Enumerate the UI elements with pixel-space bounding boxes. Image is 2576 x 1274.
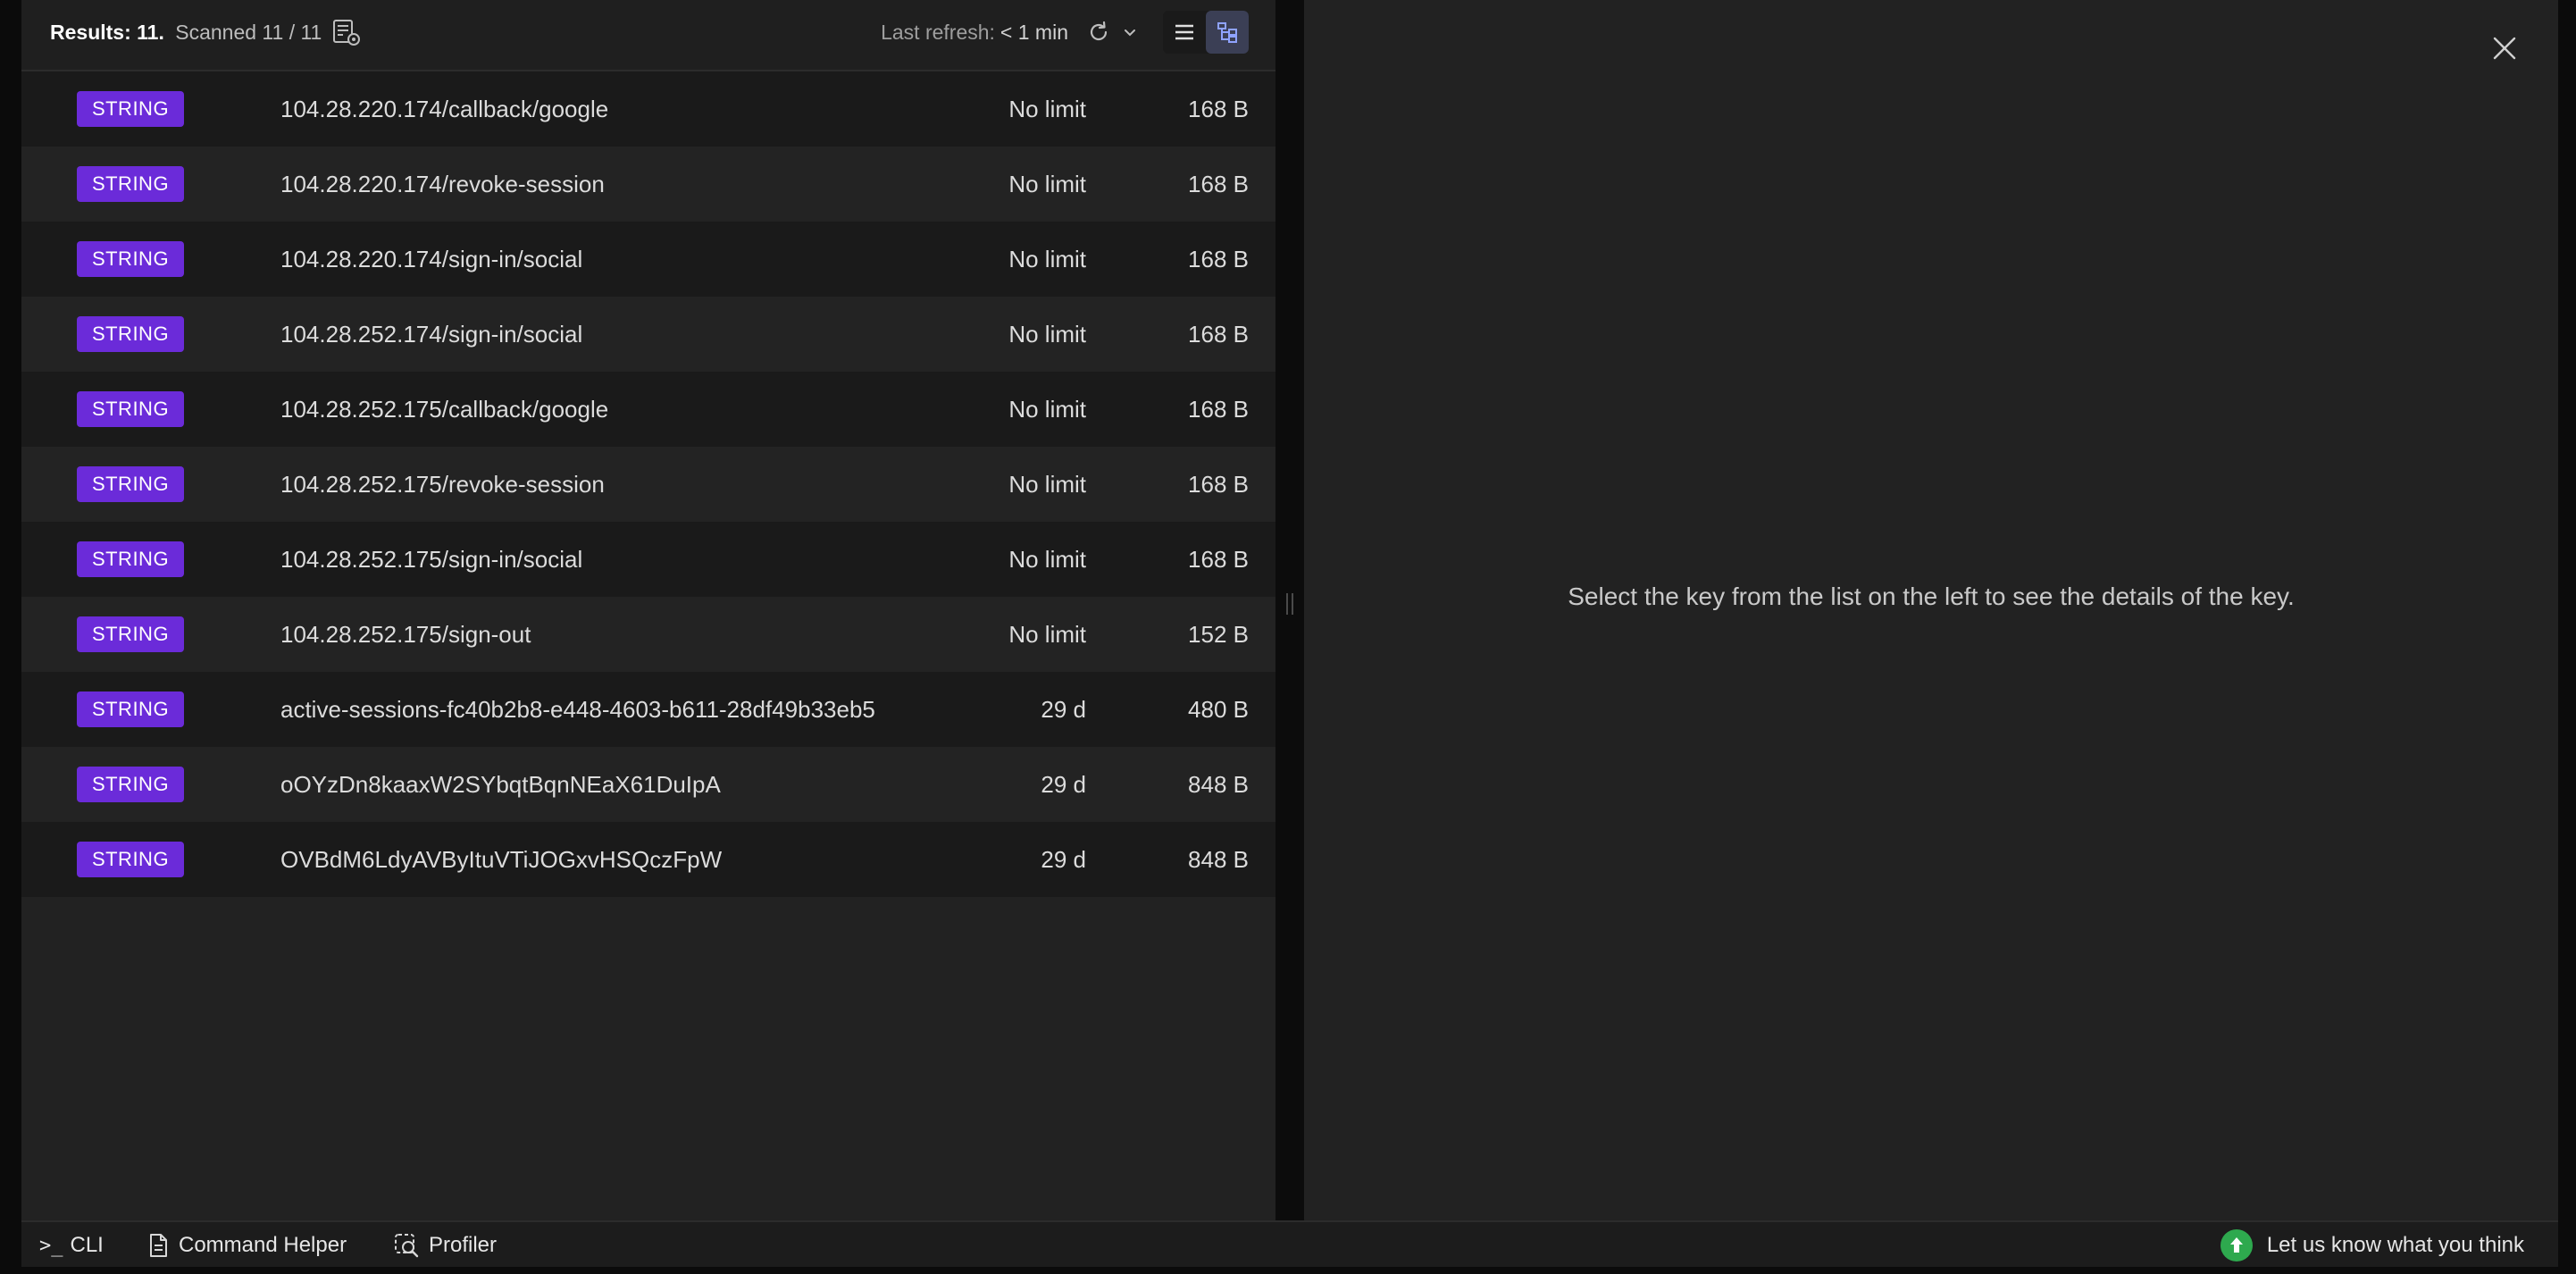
key-name: 104.28.252.175/revoke-session [280,471,605,498]
close-details-button[interactable] [2488,32,2521,64]
key-ttl: 29 d [1041,846,1086,873]
key-ttl: No limit [1008,546,1086,573]
refresh-button[interactable] [1081,14,1117,50]
type-badge: STRING [77,466,184,502]
bottom-bar: >_ CLI Command Helper Profiler Let us kn… [21,1220,2558,1267]
table-row[interactable]: STRING OVBdM6LdyAVByItuVTiJOGxvHSQczFpW … [21,822,1275,897]
feedback-label: Let us know what you think [2266,1233,2524,1257]
scan-settings-icon [333,20,360,46]
scanned-count: Scanned 11 / 11 [175,21,322,44]
table-row[interactable]: STRING 104.28.220.174/revoke-session No … [21,147,1275,222]
key-ttl: No limit [1008,471,1086,498]
view-mode-toggle [1163,11,1249,54]
close-icon [2493,37,2516,60]
key-ttl: No limit [1008,621,1086,648]
profiler-label: Profiler [429,1233,498,1257]
key-size: 168 B [1188,96,1249,122]
key-name: 104.28.252.175/sign-out [280,621,531,648]
table-row[interactable]: STRING oOYzDn8kaaxW2SYbqtBqnNEaX61DuIpA … [21,747,1275,822]
table-row[interactable]: STRING 104.28.252.175/sign-in/social No … [21,522,1275,597]
no-key-selected-message: Select the key from the list on the left… [1568,583,2295,610]
key-size: 168 B [1188,546,1249,573]
window-bottom-edge [0,1267,2576,1274]
command-helper-button[interactable]: Command Helper [146,1222,347,1269]
key-name: 104.28.220.174/sign-in/social [280,246,583,272]
key-ttl: No limit [1008,321,1086,348]
table-row[interactable]: STRING 104.28.220.174/callback/google No… [21,71,1275,147]
type-badge: STRING [77,316,184,352]
key-list: STRING 104.28.220.174/callback/google No… [21,71,1275,897]
last-refresh-value: < 1 min [999,20,1068,44]
table-row[interactable]: STRING 104.28.252.175/sign-out No limit … [21,597,1275,672]
key-name: 104.28.252.175/callback/google [280,396,609,423]
key-list-toolbar: Results: 11. Scanned 11 / 11 Last refres… [21,0,1275,71]
key-ttl: No limit [1008,396,1086,423]
key-name: 104.28.252.175/sign-in/social [280,546,583,573]
key-name: active-sessions-fc40b2b8-e448-4603-b611-… [280,696,875,723]
key-size: 848 B [1188,771,1249,798]
key-ttl: 29 d [1041,696,1086,723]
key-ttl: No limit [1008,171,1086,197]
profiler-icon [393,1232,420,1259]
key-size: 168 B [1188,396,1249,423]
last-refresh-label: Last refresh: [881,20,995,44]
key-name: 104.28.220.174/callback/google [280,96,609,122]
type-badge: STRING [77,691,184,727]
type-badge: STRING [77,616,184,652]
cli-label: CLI [70,1233,104,1257]
feedback-icon [2220,1229,2253,1261]
results-count: Results: 11. [50,21,164,44]
key-list-pane: Results: 11. Scanned 11 / 11 Last refres… [21,0,1275,1220]
key-name: oOYzDn8kaaxW2SYbqtBqnNEaX61DuIpA [280,771,721,798]
app-window: Results: 11. Scanned 11 / 11 Last refres… [0,0,2576,1274]
resize-grip-icon [1286,593,1293,615]
key-ttl: 29 d [1041,771,1086,798]
table-row[interactable]: STRING active-sessions-fc40b2b8-e448-460… [21,672,1275,747]
type-badge: STRING [77,91,184,127]
refresh-controls: Last refresh: < 1 min [881,11,1249,54]
refresh-icon [1090,21,1108,41]
list-view-button[interactable] [1163,11,1206,54]
key-details-pane: Select the key from the list on the left… [1304,0,2558,1220]
auto-refresh-dropdown[interactable] [1117,14,1143,50]
type-badge: STRING [77,166,184,202]
type-badge: STRING [77,767,184,802]
tree-view-button[interactable] [1206,11,1249,54]
type-badge: STRING [77,241,184,277]
document-icon [146,1233,170,1258]
key-ttl: No limit [1008,96,1086,122]
list-view-icon [1175,24,1193,40]
key-ttl: No limit [1008,246,1086,272]
key-size: 168 B [1188,246,1249,272]
key-size: 168 B [1188,471,1249,498]
key-name: 104.28.220.174/revoke-session [280,171,605,197]
chevron-down-icon [1125,29,1135,37]
terminal-icon: >_ [39,1234,63,1257]
key-size: 168 B [1188,321,1249,348]
key-size: 152 B [1188,621,1249,648]
results-summary: Results: 11. Scanned 11 / 11 [50,18,322,46]
key-size: 168 B [1188,171,1249,197]
key-name: OVBdM6LdyAVByItuVTiJOGxvHSQczFpW [280,846,723,873]
type-badge: STRING [77,391,184,427]
table-row[interactable]: STRING 104.28.220.174/sign-in/social No … [21,222,1275,297]
key-name: 104.28.252.174/sign-in/social [280,321,583,348]
profiler-button[interactable]: Profiler [393,1222,497,1269]
type-badge: STRING [77,842,184,877]
pane-resize-handle[interactable] [1275,0,1304,1220]
type-badge: STRING [77,541,184,577]
command-helper-label: Command Helper [179,1233,347,1257]
table-row[interactable]: STRING 104.28.252.174/sign-in/social No … [21,297,1275,372]
tree-view-icon [1217,22,1237,43]
key-size: 480 B [1188,696,1249,723]
key-size: 848 B [1188,846,1249,873]
table-row[interactable]: STRING 104.28.252.175/callback/google No… [21,372,1275,447]
cli-button[interactable]: >_ CLI [39,1222,104,1269]
feedback-link[interactable]: Let us know what you think [2220,1222,2524,1269]
table-row[interactable]: STRING 104.28.252.175/revoke-session No … [21,447,1275,522]
scan-settings-button[interactable] [329,14,364,50]
